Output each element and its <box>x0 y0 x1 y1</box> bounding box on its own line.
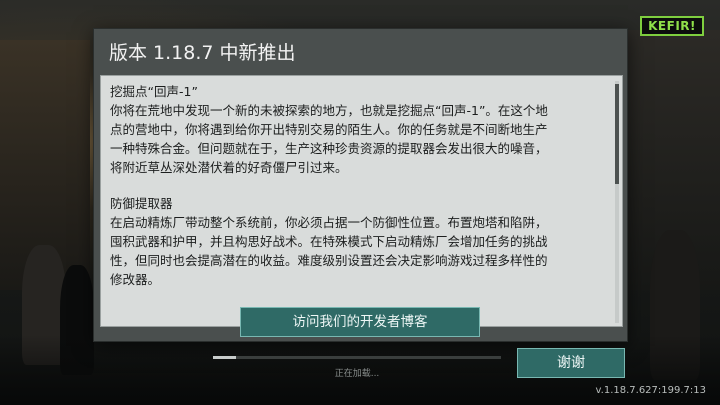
section-line: 一种特殊合金。但问题就在于，生产这种珍贵资源的提取器会发出很大的噪音， <box>110 141 548 156</box>
release-notes-text: 挖掘点“回声-1” 你将在荒地中发现一个新的未被探索的地方，也就是挖掘点“回声-… <box>110 82 608 306</box>
section-line: 囤积武器和护甲，并且构思好战术。在特殊模式下启动精炼厂会增加任务的挑战 <box>110 234 548 249</box>
notes-section: 挖掘点“回声-1” 你将在荒地中发现一个新的未被探索的地方，也就是挖掘点“回声-… <box>110 82 608 177</box>
section-line: 点的营地中，你将遇到给你开出特别交易的陌生人。你的任务就是不间断地生产 <box>110 122 548 137</box>
section-line: 修改器。 <box>110 272 161 287</box>
scrollbar-thumb[interactable] <box>615 84 619 184</box>
section-heading: 挖掘点“回声-1” <box>110 84 198 99</box>
loading-progress-bar <box>213 356 501 359</box>
version-label: v.1.18.7.627:199.7:13 <box>595 385 706 396</box>
release-notes-panel[interactable]: 挖掘点“回声-1” 你将在荒地中发现一个新的未被探索的地方，也就是挖掘点“回声-… <box>100 75 623 327</box>
dialog-title: 版本 1.18.7 中新推出 <box>109 42 296 64</box>
section-line: 你将在荒地中发现一个新的未被探索的地方，也就是挖掘点“回声-1”。在这个地 <box>110 103 548 118</box>
loading-status-text: 正在加载... <box>334 369 380 379</box>
notes-scrollbar[interactable] <box>615 81 619 323</box>
section-line: 将附近草丛深处潜伏着的好奇僵尸引过来。 <box>110 160 348 175</box>
thanks-button[interactable]: 谢谢 <box>517 348 625 378</box>
update-notes-dialog: 版本 1.18.7 中新推出 挖掘点“回声-1” 你将在荒地中发现一个新的未被探… <box>93 28 628 342</box>
notes-section: 防御提取器 在启动精炼厂带动整个系统前，你必须占据一个防御性位置。布置炮塔和陷阱… <box>110 194 608 289</box>
loading-progress-fill <box>213 356 237 359</box>
kefir-logo: KEFIR! <box>640 16 704 36</box>
section-line: 性，但同时也会提高潜在的收益。难度级别设置还会决定影响游戏过程多样性的 <box>110 253 548 268</box>
section-line: 在启动精炼厂带动整个系统前，你必须占据一个防御性位置。布置炮塔和陷阱， <box>110 215 548 230</box>
visit-developer-blog-button[interactable]: 访问我们的开发者博客 <box>240 307 480 337</box>
section-heading: 防御提取器 <box>110 196 173 211</box>
